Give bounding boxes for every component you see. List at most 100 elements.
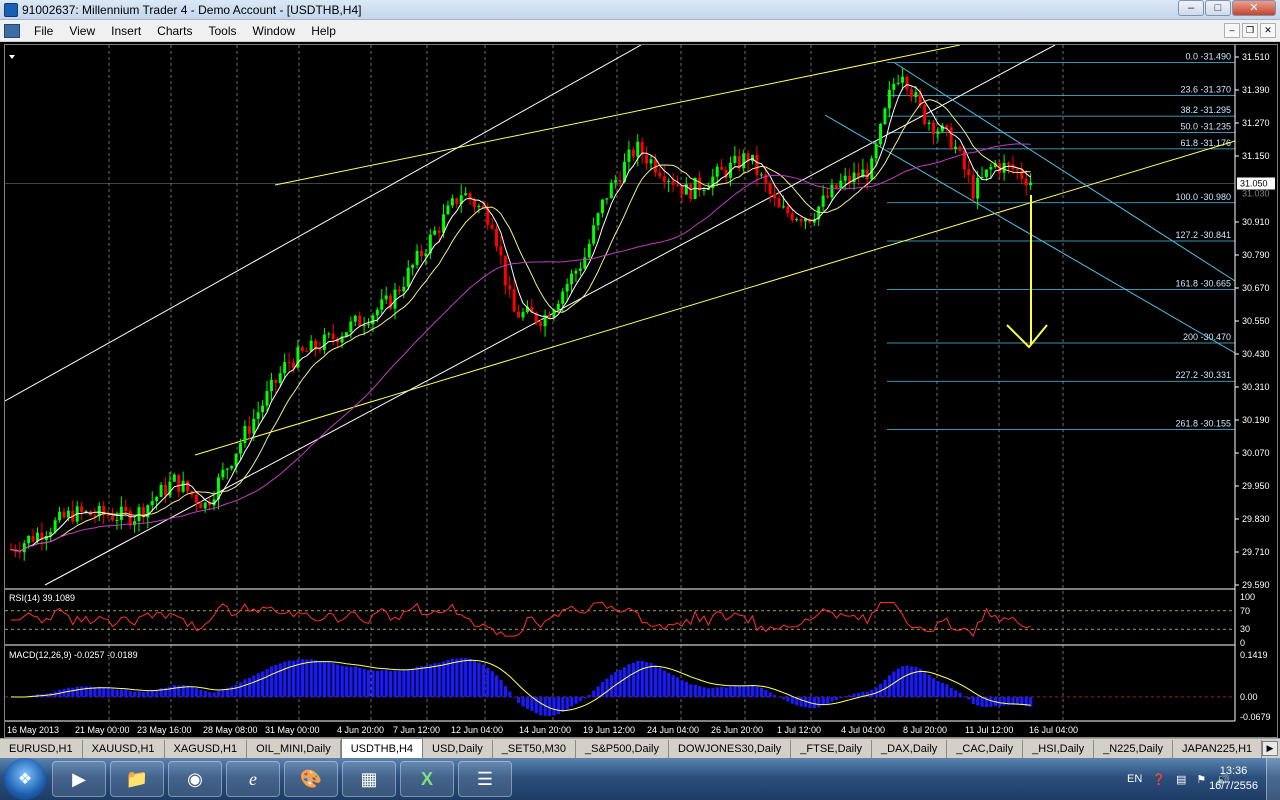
tab-usdthb[interactable]: USDTHB,H4 bbox=[340, 738, 424, 758]
tab-cac[interactable]: _CAC,Daily bbox=[947, 740, 1024, 758]
macd-bar bbox=[128, 690, 132, 697]
price-label: 29.710 bbox=[1242, 547, 1270, 557]
tab-n225[interactable]: _N225,Daily bbox=[1094, 740, 1174, 758]
macd-bar bbox=[781, 696, 786, 700]
candle-body bbox=[605, 198, 609, 200]
menu-tools[interactable]: Tools bbox=[201, 24, 245, 38]
macd-bar bbox=[212, 692, 216, 697]
macd-bar bbox=[764, 689, 768, 697]
time-label: 4 Jul 04:00 bbox=[841, 725, 885, 735]
candle-body bbox=[27, 535, 31, 544]
macd-bar bbox=[490, 671, 494, 697]
mdi-close-button[interactable]: ✕ bbox=[1260, 23, 1276, 38]
rsi-label: RSI(14) 39.1089 bbox=[9, 593, 75, 603]
start-button[interactable]: ❖ bbox=[4, 758, 46, 800]
tab-usd[interactable]: USD,Daily bbox=[423, 740, 493, 758]
candle-body bbox=[269, 379, 273, 392]
candle-body bbox=[124, 506, 128, 512]
tab-xauusd[interactable]: XAUUSD,H1 bbox=[82, 740, 165, 758]
candle-body bbox=[689, 184, 693, 199]
tab-dowjones30[interactable]: DOWJONES30,Daily bbox=[668, 740, 792, 758]
macd-bar bbox=[261, 671, 265, 697]
rsi-panel: RSI(14) 39.1089 100 70 30 0 bbox=[5, 592, 1255, 648]
candle-body bbox=[561, 291, 565, 304]
macd-bar bbox=[830, 696, 834, 702]
macd-bar bbox=[199, 689, 203, 697]
macd-bar bbox=[940, 682, 945, 697]
candle-body bbox=[702, 189, 706, 191]
candle-body bbox=[150, 501, 154, 506]
help-icon[interactable]: ❓ bbox=[1152, 773, 1166, 786]
clock-date: 16/7/2556 bbox=[1209, 780, 1258, 792]
candle-body bbox=[80, 506, 84, 512]
menu-window[interactable]: Window bbox=[245, 24, 304, 38]
tab-sp500[interactable]: _S&P500,Daily bbox=[575, 740, 669, 758]
menu-file[interactable]: File bbox=[26, 24, 61, 38]
tab-xagusd[interactable]: XAGUSD,H1 bbox=[164, 740, 248, 758]
price-label: 30.550 bbox=[1242, 316, 1270, 326]
macd-bar bbox=[318, 661, 322, 697]
ma-fast-line bbox=[10, 83, 1031, 552]
menu-help[interactable]: Help bbox=[303, 24, 344, 38]
chart-window[interactable]: 0.0 -31.490 23.6 -31.370 38.2 -31.295 50.0 … bbox=[4, 44, 1278, 738]
taskbar-media-player[interactable]: ▶ bbox=[52, 761, 106, 797]
macd-bar bbox=[627, 664, 631, 697]
macd-bar bbox=[631, 662, 636, 697]
tab-japan225[interactable]: JAPAN225,H1 bbox=[1173, 740, 1263, 758]
mdi-restore-button[interactable]: ❐ bbox=[1242, 23, 1258, 38]
candle-body bbox=[618, 179, 622, 183]
macd-bar bbox=[525, 696, 530, 709]
time-label: 24 Jun 04:00 bbox=[647, 725, 699, 735]
show-desktop-button[interactable] bbox=[1266, 758, 1280, 800]
macd-bar bbox=[618, 669, 622, 697]
candle-body bbox=[653, 159, 657, 173]
flag-icon[interactable]: ⚑ bbox=[1196, 773, 1206, 786]
time-label: 11 Jul 12:00 bbox=[965, 725, 1013, 735]
price-label: 29.590 bbox=[1242, 580, 1270, 590]
price-chart[interactable]: 0.0 -31.490 23.6 -31.370 38.2 -31.295 50.0 … bbox=[5, 45, 1277, 737]
taskbar-ie[interactable]: e bbox=[226, 761, 280, 797]
menu-charts[interactable]: Charts bbox=[149, 24, 200, 38]
taskbar-trader[interactable]: ☰ bbox=[458, 761, 512, 797]
maximize-button[interactable]: □ bbox=[1205, 0, 1231, 16]
tab-scroll-right-button[interactable]: ▶ bbox=[1262, 741, 1278, 756]
macd-bar bbox=[918, 668, 922, 697]
macd-bar bbox=[706, 688, 711, 697]
candle-body bbox=[93, 515, 97, 517]
macd-panel: MACD(12,26,9) -0.0257 -0.0189 0.1419 0.00 -… bbox=[5, 650, 1271, 722]
language-indicator[interactable]: EN bbox=[1127, 773, 1142, 785]
price-label: 29.950 bbox=[1242, 481, 1270, 491]
tab-dax[interactable]: _DAX,Daily bbox=[872, 740, 948, 758]
close-button[interactable]: ✕ bbox=[1232, 0, 1276, 16]
macd-bar bbox=[389, 670, 393, 697]
tab-oil-mini[interactable]: OIL_MINI,Daily bbox=[247, 740, 341, 758]
taskbar-paint[interactable]: 🎨 bbox=[284, 761, 338, 797]
tab-hsi[interactable]: _HSI,Daily bbox=[1023, 740, 1095, 758]
candle-body bbox=[781, 206, 785, 208]
network-icon[interactable]: ▤ bbox=[1176, 773, 1186, 786]
tab-eurusd[interactable]: EURUSD,H1 bbox=[0, 740, 83, 758]
taskbar-excel[interactable]: X bbox=[400, 761, 454, 797]
macd-bar bbox=[945, 684, 949, 697]
macd-bar bbox=[362, 668, 366, 697]
macd-bar bbox=[976, 696, 980, 706]
candle-body bbox=[1020, 170, 1024, 179]
taskbar-chrome[interactable]: ◉ bbox=[168, 761, 222, 797]
candle-body bbox=[406, 267, 410, 287]
tab-ftse[interactable]: _FTSE,Daily bbox=[791, 740, 873, 758]
price-label: 31.270 bbox=[1242, 118, 1270, 128]
taskbar-terminal[interactable]: ▦ bbox=[342, 761, 396, 797]
mdi-minimize-button[interactable]: – bbox=[1224, 23, 1240, 38]
candle-body bbox=[887, 89, 891, 109]
menu-view[interactable]: View bbox=[61, 24, 103, 38]
clock[interactable]: 13:36 16/7/2556 bbox=[1209, 764, 1258, 794]
minimize-button[interactable]: – bbox=[1178, 0, 1204, 16]
price-label: 30.910 bbox=[1242, 217, 1270, 227]
price-label: 30.430 bbox=[1242, 349, 1270, 359]
tab-set50[interactable]: _SET50,M30 bbox=[492, 740, 576, 758]
candle-body bbox=[186, 480, 190, 491]
macd-level-label: 0.00 bbox=[1240, 692, 1258, 702]
trend-line bbox=[194, 140, 1236, 456]
menu-insert[interactable]: Insert bbox=[103, 24, 149, 38]
taskbar-explorer[interactable]: 📁 bbox=[110, 761, 164, 797]
